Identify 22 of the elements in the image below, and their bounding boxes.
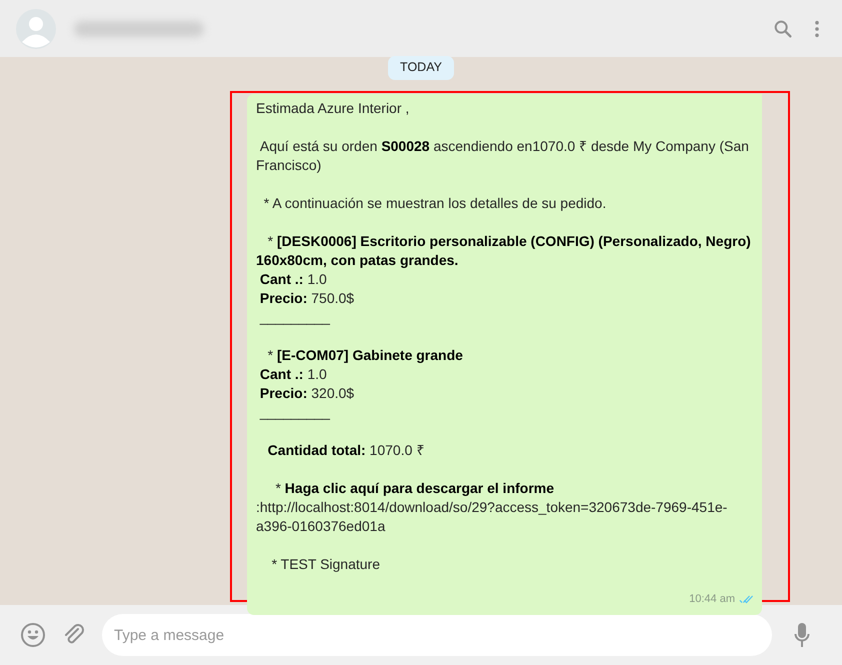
message-text: Aquí está su orden S00028 ascendiendo en1070.0 ₹ desde My Company (San Francisco) — [256, 137, 750, 175]
message-text: :http://localhost:8014/download/so/29?access_token=320673de-7969-451e-a396-0160376ed01a — [256, 498, 728, 536]
message-text: Cant .: 1.0 — [258, 365, 328, 384]
message-text: * TEST Signature — [270, 555, 381, 574]
message-text: *[DESK0006] Escritorio personalizable (CONFIG) (Personalizado, Negro) 160x80cm, con patas grandes. — [256, 232, 752, 270]
emoji-icon[interactable] — [20, 622, 46, 648]
message-text: Cant .: 1.0 — [258, 270, 328, 289]
message-text: Precio: 320.0$ — [258, 384, 356, 403]
message-input[interactable]: Type a message — [102, 614, 772, 656]
microphone-icon[interactable] — [794, 622, 810, 648]
menu-icon[interactable] — [814, 20, 820, 38]
message-text: Precio: 750.0$ — [258, 289, 356, 308]
date-badge: TODAY — [388, 56, 454, 80]
search-icon[interactable] — [772, 18, 794, 40]
message-text: Cantidad total: 1070.0 ₹ — [266, 441, 426, 460]
message-text: * A continuación se muestran los detalles de su pedido. — [262, 194, 608, 213]
message-text: *[E-COM07] Gabinete grande — [266, 346, 464, 365]
message-text: *Haga clic aquí para descargar el informe — [274, 479, 556, 498]
message-text: _________ — [258, 308, 331, 327]
message-time: 10:44 am — [689, 592, 735, 607]
message-text: _________ — [258, 403, 331, 422]
message-text: Estimada Azure Interior , — [256, 99, 410, 118]
